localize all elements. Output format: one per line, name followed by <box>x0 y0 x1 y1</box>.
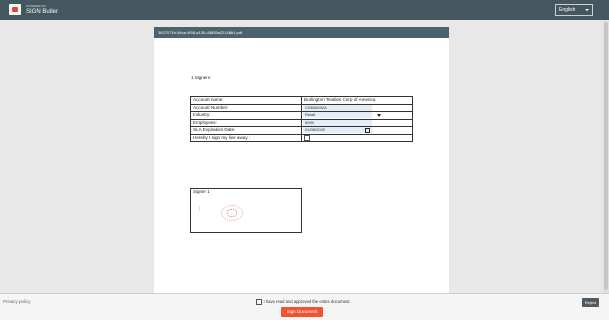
table-row: Hereby I sign my live away : <box>190 133 413 143</box>
field-label: Employees: <box>190 118 302 127</box>
sign-document-button[interactable]: Sign Document <box>281 307 323 317</box>
employees-input[interactable]: 8999 <box>303 119 372 126</box>
consent-checkbox[interactable] <box>304 134 310 141</box>
logo-icon <box>9 4 21 15</box>
footer-bar: Privacy policy I have read and approved … <box>0 293 609 320</box>
account-fields-table: Account name: Burlington Textiles Corp o… <box>190 96 413 143</box>
field-label: Industry: <box>190 111 302 120</box>
industry-value: Retail <box>305 112 316 118</box>
reject-button[interactable]: Reject <box>582 298 599 307</box>
consent-cell <box>301 133 413 143</box>
language-select[interactable]: English <box>555 4 593 16</box>
table-row: Industry: Retail <box>190 111 413 120</box>
signature-box[interactable]: Signer 1 | <box>190 188 302 233</box>
table-row: Employees: 8999 <box>190 118 413 127</box>
account-name-value: Burlington Textiles Corp of America <box>301 96 413 105</box>
industry-cell: Retail <box>301 111 413 120</box>
document-filename: 3627071b-94ca-4f95-a135-d3839a22148b1.pd… <box>158 30 243 35</box>
calendar-icon[interactable] <box>365 128 370 134</box>
signature-mark: | <box>199 206 201 212</box>
scrollbar-thumb[interactable] <box>604 22 608 290</box>
signers-count: 1 Signers: <box>191 75 212 80</box>
stamp-icon <box>221 205 243 221</box>
employees-cell: 8999 <box>301 118 413 127</box>
account-number-input[interactable]: CD656092A <box>303 104 372 111</box>
sla-date-cell: 01/08/2020 <box>301 126 413 135</box>
signature-box-label: Signer 1 <box>193 189 210 194</box>
document-title-bar: 3627071b-94ca-4f95-a135-d3839a22148b1.pd… <box>154 27 449 38</box>
agree-row[interactable]: I have read and approved the entire docu… <box>256 299 351 305</box>
table-row: SLA Expiration Date: 01/08/2020 <box>190 126 413 135</box>
sla-date-input[interactable]: 01/08/2020 <box>303 127 372 134</box>
account-number-cell: CD656092A <box>301 103 413 112</box>
field-label: Account name: <box>190 96 302 105</box>
agree-checkbox[interactable] <box>256 299 262 305</box>
app-name: SIGN Butler <box>26 9 59 15</box>
table-row: Account Number: CD656092A <box>190 103 413 112</box>
chevron-down-icon <box>585 9 589 11</box>
powered-by-text: POWERED BY <box>26 4 47 8</box>
field-label: Account Number: <box>190 103 302 112</box>
field-label: SLA Expiration Date: <box>190 126 302 135</box>
sla-date-value: 01/08/2020 <box>305 127 326 133</box>
chevron-down-icon[interactable] <box>375 112 383 118</box>
privacy-policy-link[interactable]: Privacy policy <box>3 299 31 304</box>
language-value: English <box>559 7 576 13</box>
table-row: Account name: Burlington Textiles Corp o… <box>190 96 413 105</box>
top-bar: POWERED BY SIGN Butler English <box>0 0 609 20</box>
consent-label: Hereby I sign my live away : <box>190 133 302 143</box>
agree-text: I have read and approved the entire docu… <box>263 299 351 304</box>
document-page: 1 Signers: Account name: Burlington Text… <box>154 38 449 293</box>
industry-select[interactable]: Retail <box>303 112 381 119</box>
